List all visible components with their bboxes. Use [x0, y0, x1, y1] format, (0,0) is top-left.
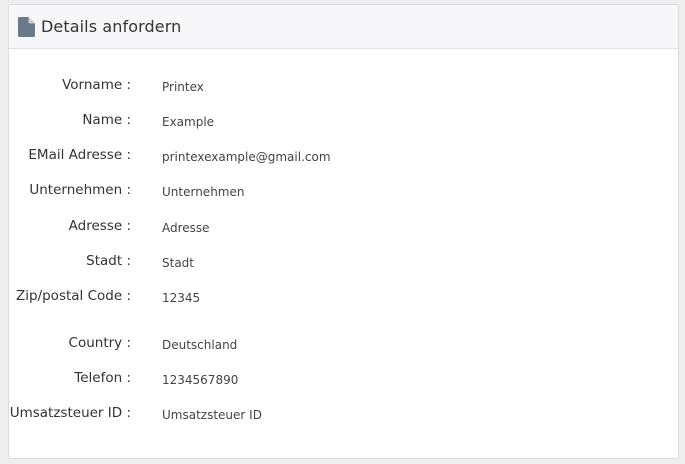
field-label: Country : — [68, 335, 131, 351]
field-value: Stadt — [162, 256, 194, 270]
panel-header: Details anfordern — [9, 5, 678, 49]
field-value: Unternehmen — [162, 185, 245, 199]
field-value: printexexample@gmail.com — [162, 150, 331, 164]
field-value: Deutschland — [162, 338, 238, 352]
field-label: Name : — [82, 112, 131, 128]
field-label: Vorname : — [62, 77, 131, 93]
panel-title: Details anfordern — [41, 17, 182, 36]
field-value: Example — [162, 115, 215, 129]
field-label: EMail Adresse : — [28, 147, 131, 163]
document-icon — [18, 16, 35, 37]
field-value: 1234567890 — [162, 373, 239, 387]
field-value: 12345 — [162, 291, 201, 305]
field-value: Adresse — [162, 221, 210, 235]
field-value: Printex — [162, 80, 204, 94]
field-label: Adresse : — [68, 218, 131, 234]
field-label: Zip/postal Code : — [16, 288, 131, 304]
field-label: Unternehmen : — [29, 182, 131, 198]
details-panel: Details anfordern Vorname : Printex Name… — [8, 4, 679, 459]
field-label: Telefon : — [74, 370, 131, 386]
field-label: Stadt : — [86, 253, 131, 269]
field-value: Umsatzsteuer ID — [162, 408, 262, 422]
field-label: Umsatzsteuer ID : — [9, 405, 131, 421]
